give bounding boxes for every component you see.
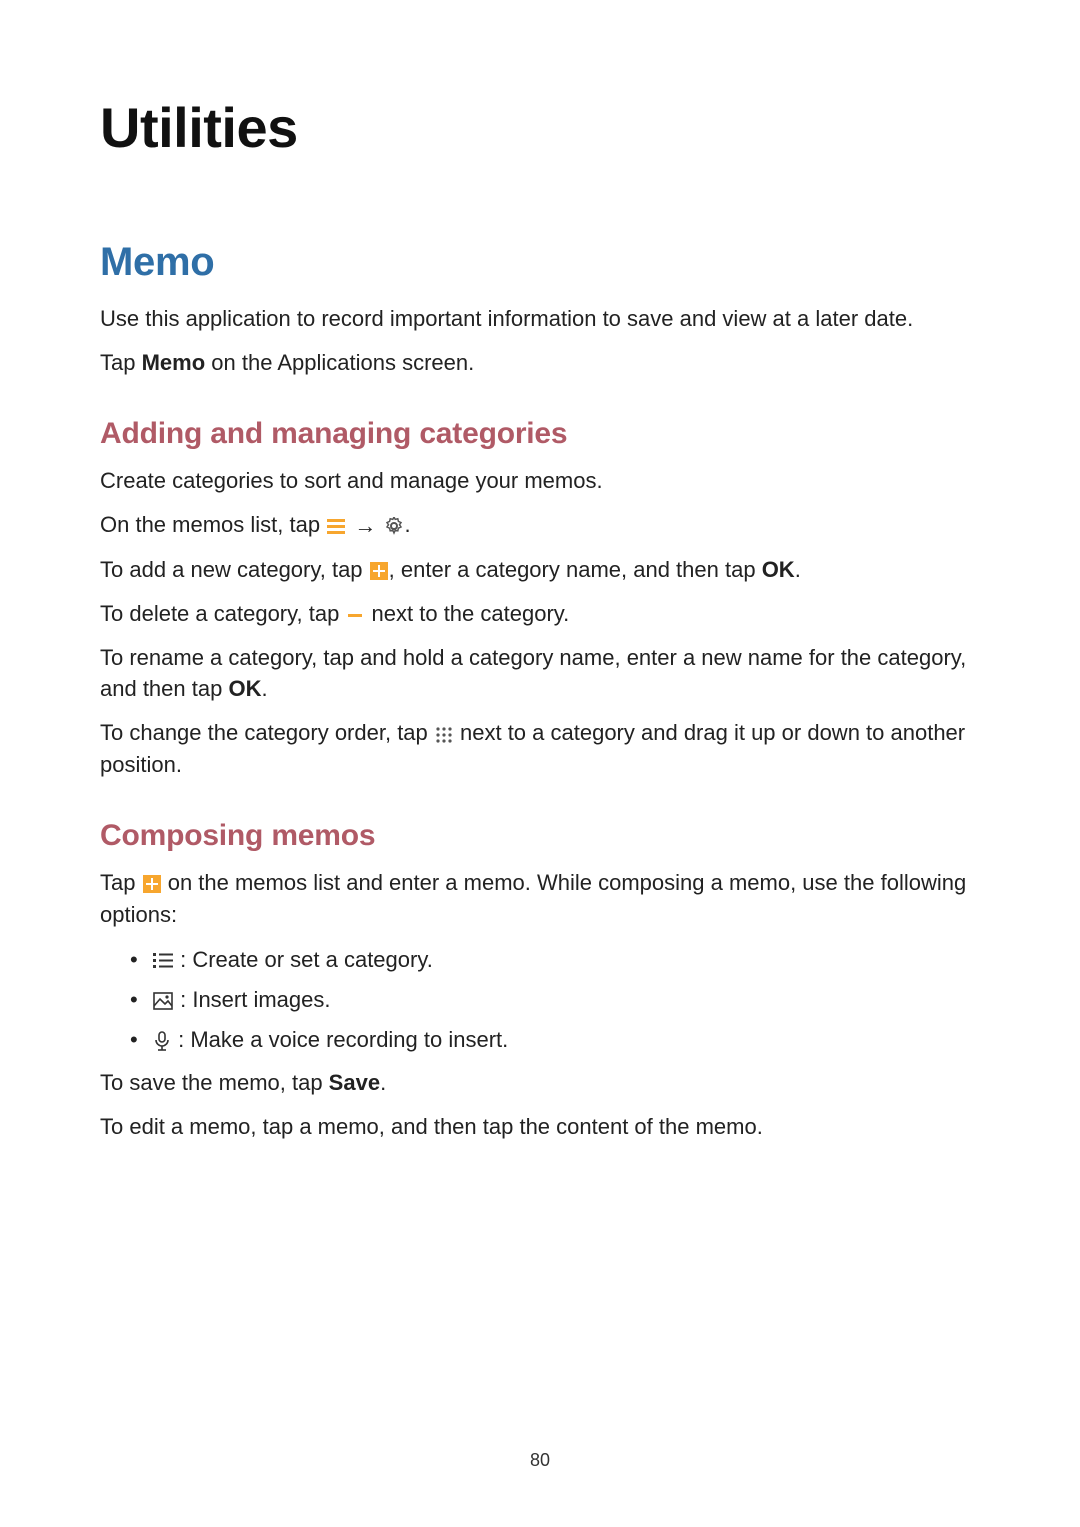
image-icon xyxy=(153,992,173,1010)
text: on the memos list and enter a memo. Whil… xyxy=(100,870,966,927)
text: . xyxy=(795,557,801,582)
composing-p3: To edit a memo, tap a memo, and then tap… xyxy=(100,1111,980,1143)
categories-p4: To delete a category, tap next to the ca… xyxy=(100,598,980,630)
section-title-memo: Memo xyxy=(100,240,980,285)
categories-p1: Create categories to sort and manage you… xyxy=(100,465,980,497)
plus-icon xyxy=(143,875,161,893)
list-icon xyxy=(327,517,345,535)
intro-paragraph-1: Use this application to record important… xyxy=(100,303,980,335)
bold-ok: OK xyxy=(762,557,795,582)
subsection-title-composing: Composing memos xyxy=(100,819,980,853)
text: To change the category order, tap xyxy=(100,720,434,745)
plus-icon xyxy=(370,562,388,580)
list-item: : Create or set a category. xyxy=(130,943,980,977)
text: : Create or set a category. xyxy=(174,947,433,972)
text: To save the memo, tap xyxy=(100,1070,329,1095)
composing-p2: To save the memo, tap Save. xyxy=(100,1067,980,1099)
composing-p1: Tap on the memos list and enter a memo. … xyxy=(100,867,980,931)
categories-p2: On the memos list, tap → . xyxy=(100,509,980,542)
page-content: Utilities Memo Use this application to r… xyxy=(0,0,1080,1143)
gear-icon xyxy=(385,517,403,535)
text: : Make a voice recording to insert. xyxy=(172,1027,508,1052)
page-number: 80 xyxy=(0,1450,1080,1471)
category-icon xyxy=(153,952,173,970)
categories-p6: To change the category order, tap next t… xyxy=(100,717,980,781)
categories-p5: To rename a category, tap and hold a cat… xyxy=(100,642,980,706)
list-item: : Make a voice recording to insert. xyxy=(130,1023,980,1057)
composing-options-list: : Create or set a category. : Insert ima… xyxy=(100,943,980,1057)
text: On the memos list, tap xyxy=(100,512,326,537)
intro-paragraph-2: Tap Memo on the Applications screen. xyxy=(100,347,980,379)
chapter-title: Utilities xyxy=(100,95,980,160)
text: next to the category. xyxy=(365,601,569,626)
arrow-icon: → xyxy=(354,510,376,542)
text: . xyxy=(404,512,410,537)
subsection-title-categories: Adding and managing categories xyxy=(100,417,980,451)
text: Tap xyxy=(100,350,142,375)
microphone-icon xyxy=(153,1031,171,1051)
text: To delete a category, tap xyxy=(100,601,345,626)
list-item: : Insert images. xyxy=(130,983,980,1017)
text: . xyxy=(380,1070,386,1095)
bold-save: Save xyxy=(329,1070,380,1095)
categories-p3: To add a new category, tap , enter a cat… xyxy=(100,554,980,586)
text: on the Applications screen. xyxy=(205,350,474,375)
drag-handle-icon xyxy=(435,726,453,744)
text: , enter a category name, and then tap xyxy=(389,557,762,582)
bold-memo: Memo xyxy=(142,350,206,375)
minus-icon xyxy=(346,606,364,624)
text: To add a new category, tap xyxy=(100,557,369,582)
bold-ok: OK xyxy=(228,676,261,701)
text: : Insert images. xyxy=(174,987,331,1012)
text: Tap xyxy=(100,870,142,895)
text: . xyxy=(261,676,267,701)
